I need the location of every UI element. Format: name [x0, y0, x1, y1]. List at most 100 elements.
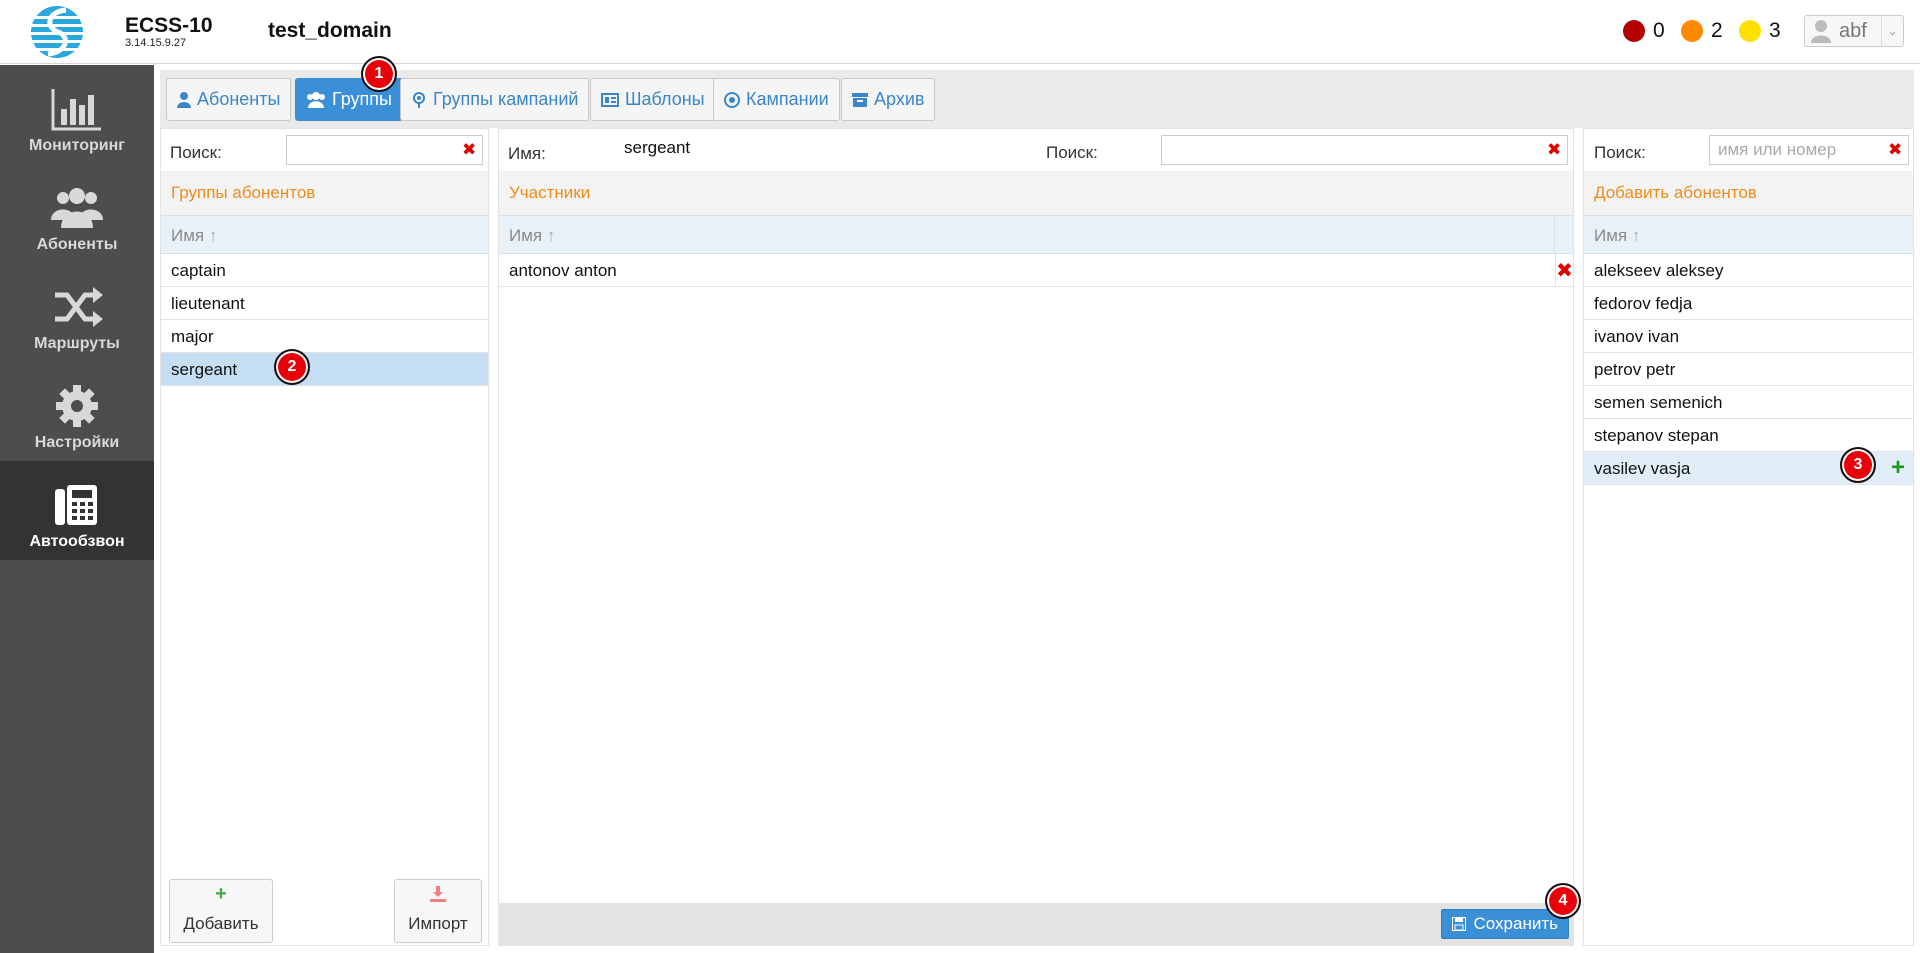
member-name: antonov anton: [509, 261, 617, 280]
sidebar-item-settings[interactable]: Настройки: [0, 362, 154, 461]
step-marker-4: 4: [1545, 883, 1581, 919]
sidebar-item-subscribers[interactable]: Абоненты: [0, 164, 154, 263]
column-divider: [1554, 216, 1555, 253]
tab-label: Кампании: [746, 89, 829, 109]
sidebar-item-label: Автообзвон: [29, 533, 125, 550]
add-group-button[interactable]: + Добавить: [169, 879, 273, 943]
groups-panel: Поиск: ✖ Группы абонентов Имя ↑ captain …: [160, 128, 489, 946]
top-bar: ECSS-10 3.14.15.9.27 test_domain 0 2 3 a…: [0, 0, 1920, 64]
members-panel: Имя: sergeant Поиск: ✖ Участники Имя ↑ a…: [498, 128, 1574, 946]
groups-name-column-header[interactable]: Имя ↑: [161, 215, 488, 254]
floppy-disk-icon: [1451, 917, 1466, 931]
group-row-lieutenant[interactable]: lieutenant: [161, 287, 488, 320]
search-label: Поиск:: [1594, 143, 1646, 162]
import-button[interactable]: Импорт: [394, 879, 482, 943]
pin-icon: [413, 91, 425, 108]
sidebar-item-label: Мониторинг: [29, 137, 125, 154]
alarm-major[interactable]: 2: [1681, 18, 1723, 44]
group-name-value[interactable]: sergeant: [624, 138, 690, 158]
add-subscribers-title: Добавить абонентов: [1584, 171, 1913, 215]
alarm-critical[interactable]: 0: [1623, 18, 1665, 44]
subscriber-row[interactable]: ivanov ivan: [1584, 320, 1913, 353]
subscribers-name-column-header[interactable]: Имя ↑: [1584, 215, 1913, 254]
step-marker-2: 2: [274, 349, 310, 385]
step-marker-1: 1: [361, 56, 397, 92]
sidebar-item-monitoring[interactable]: Мониторинг: [0, 65, 154, 164]
sidebar-item-label: Абоненты: [36, 236, 118, 253]
subscriber-name: vasilev vasja: [1594, 459, 1691, 478]
tab-bar: Абоненты Группы Группы кампаний Шаблоны …: [160, 70, 1914, 128]
column-label: Имя: [171, 226, 205, 245]
user-menu-button[interactable]: abf ⌄: [1804, 15, 1904, 47]
search-label: Поиск:: [1046, 143, 1098, 162]
alarm-major-count: 2: [1711, 19, 1723, 42]
add-button-label: Добавить: [183, 914, 259, 933]
clear-search-icon[interactable]: ✖: [462, 140, 476, 160]
import-button-label: Импорт: [408, 914, 468, 933]
subscriber-row[interactable]: petrov petr: [1584, 353, 1913, 386]
plus-icon: +: [215, 883, 227, 905]
phone-icon: [55, 485, 97, 525]
sidebar-item-label: Маршруты: [34, 335, 120, 352]
tab-label: Группы: [332, 89, 392, 109]
major-alarm-dot-icon: [1681, 20, 1703, 42]
target-icon: [724, 91, 740, 108]
sidebar-item-label: Настройки: [34, 434, 120, 451]
member-row[interactable]: antonov anton ✖: [499, 254, 1573, 287]
critical-alarm-dot-icon: [1623, 20, 1645, 42]
subscriber-row[interactable]: alekseev aleksey: [1584, 254, 1913, 287]
clear-search-icon[interactable]: ✖: [1888, 140, 1902, 160]
tab-archive[interactable]: Архив: [841, 78, 936, 121]
tab-campaigns[interactable]: Кампании: [713, 78, 840, 121]
user-icon: [177, 91, 191, 108]
group-row-sergeant[interactable]: sergeant: [161, 353, 488, 386]
bar-chart-icon: [51, 89, 101, 131]
alarm-minor[interactable]: 3: [1739, 18, 1781, 44]
group-name-label: Имя:: [508, 144, 546, 163]
tab-label: Абоненты: [197, 89, 281, 109]
tab-campaign-groups[interactable]: Группы кампаний: [400, 78, 590, 121]
archive-icon: [852, 92, 868, 107]
template-icon: [601, 92, 619, 107]
search-label: Поиск:: [170, 143, 222, 162]
subscriber-row[interactable]: semen semenich: [1584, 386, 1913, 419]
tab-label: Архив: [874, 89, 925, 109]
members-name-column-header[interactable]: Имя ↑: [499, 215, 1573, 254]
group-row-captain[interactable]: captain: [161, 254, 488, 287]
sidebar-item-routes[interactable]: Маршруты: [0, 263, 154, 362]
remove-member-icon[interactable]: ✖: [1555, 254, 1573, 286]
tab-templates[interactable]: Шаблоны: [590, 78, 716, 121]
members-search-input[interactable]: [1161, 135, 1568, 165]
gear-icon: [56, 385, 98, 427]
domain-name: test_domain: [268, 19, 392, 42]
app-name: ECSS-10: [125, 14, 213, 37]
groups-search-input[interactable]: [286, 135, 483, 165]
subscriber-row[interactable]: fedorov fedja: [1584, 287, 1913, 320]
save-button-label: Сохранить: [1473, 914, 1558, 933]
add-subscribers-panel: Поиск: имя или номер ✖ Добавить абоненто…: [1583, 128, 1914, 946]
add-subscriber-plus-icon[interactable]: +: [1891, 454, 1905, 482]
sort-asc-icon: ↑: [546, 226, 556, 245]
column-label: Имя: [509, 226, 543, 245]
chevron-down-icon[interactable]: ⌄: [1881, 16, 1903, 46]
sidebar-item-autodial[interactable]: Автообзвон: [0, 461, 154, 560]
group-row-major[interactable]: major: [161, 320, 488, 353]
step-marker-3: 3: [1840, 447, 1876, 483]
shuffle-icon: [55, 287, 103, 327]
group-icon: [307, 91, 325, 108]
tab-subscribers[interactable]: Абоненты: [166, 78, 292, 121]
sidebar: Мониторинг Абоненты Маршруты Настройки А…: [0, 65, 154, 953]
clear-search-icon[interactable]: ✖: [1547, 140, 1561, 160]
column-label: Имя: [1594, 226, 1628, 245]
minor-alarm-dot-icon: [1739, 20, 1761, 42]
groups-section-title: Группы абонентов: [161, 171, 488, 215]
sort-asc-icon: ↑: [208, 226, 218, 245]
user-name: abf: [1839, 19, 1867, 42]
subscriber-search-input[interactable]: имя или номер: [1709, 135, 1909, 165]
sort-asc-icon: ↑: [1631, 226, 1641, 245]
groups-search-row: Поиск: ✖: [161, 129, 488, 171]
members-section-title: Участники: [499, 171, 1573, 215]
ecss-logo: [29, 6, 85, 58]
tab-label: Шаблоны: [625, 89, 705, 109]
tab-label: Группы кампаний: [433, 89, 579, 109]
